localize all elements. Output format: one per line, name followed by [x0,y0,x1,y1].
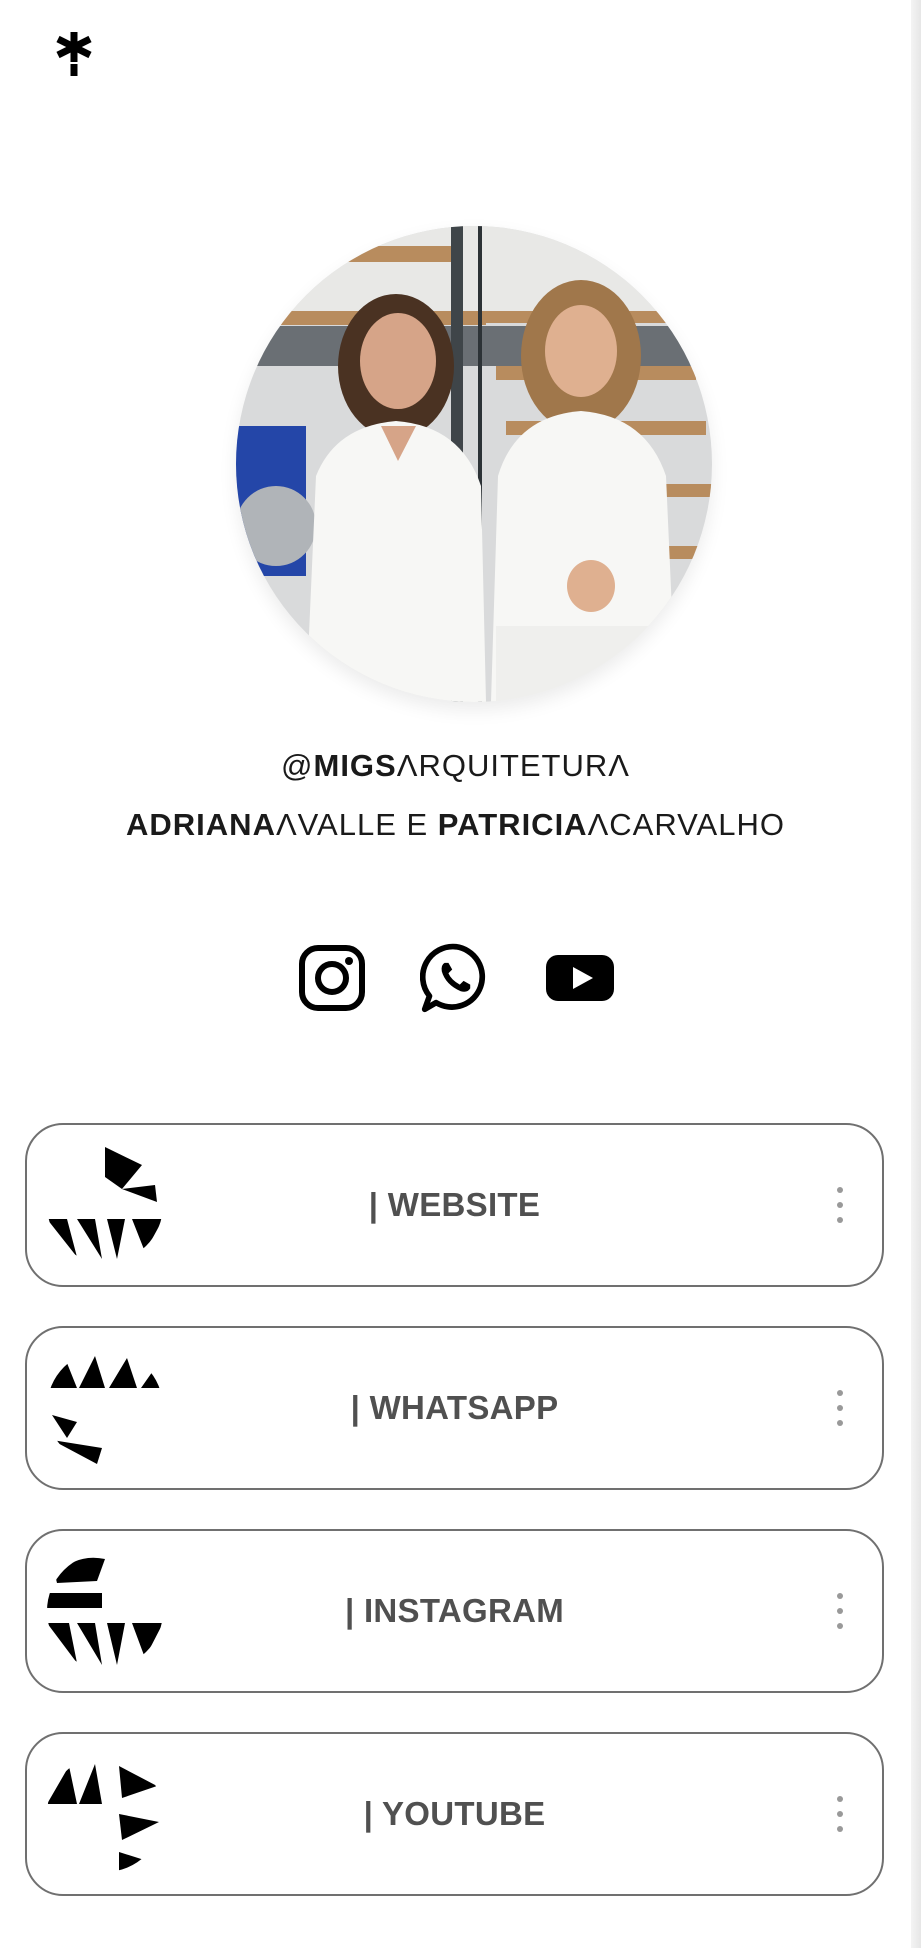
more-options-icon[interactable] [832,1593,848,1629]
link-label: | INSTAGRAM [344,1592,565,1629]
link-whatsapp[interactable]: | WHATSAPP [25,1326,884,1490]
name-patricia-rest: ΛCARVALHO [587,807,785,842]
asterisk-logo-icon[interactable] [52,30,96,76]
link-youtube[interactable]: | YOUTUBE [25,1732,884,1896]
more-options-icon[interactable] [832,1796,848,1832]
name-adriana-rest: ΛVALLE E [275,807,438,842]
profile-handle: @MIGSΛRQUITETURΛ [281,748,630,783]
link-label: | YOUTUBE [363,1795,546,1832]
handle-thin: ΛRQUITETURΛ [396,748,630,783]
page-edge [911,0,921,1948]
handle-bold: MIGS [313,748,397,783]
name-patricia: PATRICIA [437,807,588,842]
migs-logo-icon [47,1553,163,1669]
more-options-icon[interactable] [832,1187,848,1223]
link-website[interactable]: | WEBSITE [25,1123,884,1287]
link-instagram[interactable]: | INSTAGRAM [25,1529,884,1693]
migs-logo-icon [47,1147,163,1263]
name-adriana: ADRIANA [126,807,276,842]
migs-logo-icon [47,1756,163,1872]
profile-names: ADRIANAΛVALLE E PATRICIAΛCARVALHO [0,807,911,843]
whatsapp-icon[interactable] [419,942,492,1014]
link-label: | WHATSAPP [350,1389,559,1426]
more-options-icon[interactable] [832,1390,848,1426]
profile-avatar [236,226,712,702]
social-icons-row [0,938,911,1018]
link-label: | WEBSITE [368,1186,541,1223]
migs-logo-icon [47,1350,163,1466]
youtube-icon[interactable] [544,942,616,1014]
instagram-icon[interactable] [296,942,368,1014]
